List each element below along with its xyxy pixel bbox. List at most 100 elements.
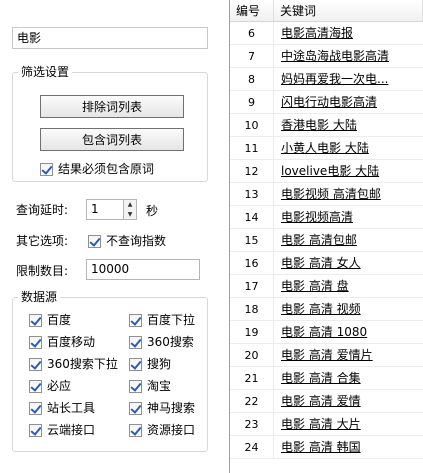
- table-row[interactable]: 17 电影 高清 盘: [230, 275, 423, 298]
- checkbox-checked-icon: [29, 401, 42, 415]
- row-keyword-link[interactable]: 中途岛海战电影高清: [274, 45, 423, 67]
- source-checkbox[interactable]: 百度下拉: [129, 309, 205, 331]
- column-header-num[interactable]: 编号: [230, 0, 274, 21]
- checkbox-checked-icon: [29, 357, 42, 371]
- other-options-label: 其它选项:: [16, 234, 69, 248]
- checkbox-checked-icon: [29, 313, 42, 327]
- keyword-input[interactable]: 电影: [12, 27, 208, 49]
- source-checkbox[interactable]: 搜狗: [129, 353, 205, 375]
- no-index-label: 不查询指数: [106, 234, 167, 248]
- source-checkbox[interactable]: 云端接口: [29, 419, 129, 441]
- source-checkbox[interactable]: 神马搜索: [129, 397, 205, 419]
- source-checkbox[interactable]: 站长工具: [29, 397, 129, 419]
- row-keyword-link[interactable]: 电影高清海报: [274, 22, 423, 44]
- table-body: 6 电影高清海报 7 中途岛海战电影高清 8 妈妈再爱我一次电... 9 闪电行动电影高…: [230, 22, 423, 459]
- row-keyword-link[interactable]: 电影 高清 爱情片: [274, 344, 423, 366]
- must-contain-label: 结果必须包含原词: [58, 162, 155, 176]
- limit-input[interactable]: 10000: [86, 259, 200, 280]
- row-keyword-link[interactable]: 电影 高清 盘: [274, 275, 423, 297]
- row-keyword-link[interactable]: 闪电行动电影高清: [274, 91, 423, 113]
- source-label: 淘宝: [147, 379, 172, 393]
- table-row[interactable]: 11 小黄人电影 大陆: [230, 137, 423, 160]
- row-keyword-link[interactable]: 电影 高清 女人: [274, 252, 423, 274]
- data-sources-title: 数据源: [18, 290, 61, 304]
- row-num: 21: [230, 367, 274, 389]
- source-checkbox[interactable]: 百度: [29, 309, 129, 331]
- checkbox-checked-icon: [129, 357, 142, 371]
- checkbox-checked-icon: [29, 423, 42, 437]
- include-list-button[interactable]: 包含词列表: [40, 128, 184, 151]
- row-keyword-link[interactable]: 电影 高清 合集: [274, 367, 423, 389]
- table-row[interactable]: 15 电影 高清包邮: [230, 229, 423, 252]
- row-keyword-link[interactable]: 电影视频高清: [274, 206, 423, 228]
- source-label: 360搜索: [147, 335, 194, 349]
- row-num: 11: [230, 137, 274, 159]
- row-num: 12: [230, 160, 274, 182]
- query-delay-input[interactable]: 1: [86, 199, 124, 220]
- limit-label: 限制数目:: [16, 264, 69, 278]
- row-keyword-link[interactable]: 电影 高清包邮: [274, 229, 423, 251]
- source-label: 站长工具: [47, 401, 96, 415]
- table-row[interactable]: 8 妈妈再爱我一次电...: [230, 68, 423, 91]
- source-label: 百度移动: [47, 335, 96, 349]
- row-keyword-link[interactable]: 电影 高清 1080: [274, 321, 423, 343]
- table-row[interactable]: 23 电影 高清 大片: [230, 413, 423, 436]
- row-num: 22: [230, 390, 274, 412]
- table-row[interactable]: 16 电影 高清 女人: [230, 252, 423, 275]
- column-header-keyword[interactable]: 关键词: [274, 0, 423, 21]
- exclude-list-button[interactable]: 排除词列表: [40, 95, 184, 118]
- table-row[interactable]: 6 电影高清海报: [230, 22, 423, 45]
- checkbox-checked-icon: [88, 234, 101, 248]
- row-num: 14: [230, 206, 274, 228]
- row-keyword-link[interactable]: 妈妈再爱我一次电...: [274, 68, 423, 90]
- checkbox-checked-icon: [129, 335, 142, 349]
- row-keyword-link[interactable]: 电影 高清 韩国: [274, 436, 423, 458]
- row-num: 20: [230, 344, 274, 366]
- table-row[interactable]: 9 闪电行动电影高清: [230, 91, 423, 114]
- checkbox-checked-icon: [129, 379, 142, 393]
- table-row[interactable]: 21 电影 高清 合集: [230, 367, 423, 390]
- query-delay-spinner[interactable]: ▲ ▼: [124, 199, 137, 220]
- row-keyword-link[interactable]: 电影视频 高清包邮: [274, 183, 423, 205]
- table-row[interactable]: 14 电影视频高清: [230, 206, 423, 229]
- row-num: 16: [230, 252, 274, 274]
- table-row[interactable]: 18 电影 高清 视频: [230, 298, 423, 321]
- row-num: 10: [230, 114, 274, 136]
- table-row[interactable]: 12 lovelive电影 大陆: [230, 160, 423, 183]
- source-label: 神马搜索: [147, 401, 196, 415]
- row-keyword-link[interactable]: 香港电影 大陆: [274, 114, 423, 136]
- spin-up-icon[interactable]: ▲: [124, 200, 136, 210]
- row-keyword-link[interactable]: 电影 高清 视频: [274, 298, 423, 320]
- must-contain-checkbox[interactable]: 结果必须包含原词: [40, 162, 154, 176]
- row-num: 15: [230, 229, 274, 251]
- table-row[interactable]: 10 香港电影 大陆: [230, 114, 423, 137]
- checkbox-checked-icon: [129, 423, 142, 437]
- no-index-checkbox[interactable]: 不查询指数: [88, 234, 166, 248]
- checkbox-checked-icon: [29, 335, 42, 349]
- spin-down-icon[interactable]: ▼: [124, 210, 136, 220]
- row-keyword-link[interactable]: lovelive电影 大陆: [274, 160, 423, 182]
- source-checkbox[interactable]: 必应: [29, 375, 129, 397]
- source-label: 云端接口: [47, 423, 96, 437]
- source-label: 360搜索下拉: [47, 357, 118, 371]
- filter-settings-title: 筛选设置: [18, 65, 73, 79]
- checkbox-checked-icon: [129, 313, 142, 327]
- table-row[interactable]: 24 电影 高清 韩国: [230, 436, 423, 459]
- source-checkbox[interactable]: 360搜索下拉: [29, 353, 129, 375]
- table-row[interactable]: 13 电影视频 高清包邮: [230, 183, 423, 206]
- row-keyword-link[interactable]: 小黄人电影 大陆: [274, 137, 423, 159]
- table-row[interactable]: 19 电影 高清 1080: [230, 321, 423, 344]
- checkbox-checked-icon: [129, 401, 142, 415]
- table-row[interactable]: 20 电影 高清 爱情片: [230, 344, 423, 367]
- source-checkbox[interactable]: 淘宝: [129, 375, 205, 397]
- row-num: 17: [230, 275, 274, 297]
- row-keyword-link[interactable]: 电影 高清 大片: [274, 413, 423, 435]
- source-checkbox[interactable]: 百度移动: [29, 331, 129, 353]
- source-checkbox[interactable]: 资源接口: [129, 419, 205, 441]
- row-keyword-link[interactable]: 电影 高清 爱情: [274, 390, 423, 412]
- table-row[interactable]: 7 中途岛海战电影高清: [230, 45, 423, 68]
- row-num: 8: [230, 68, 274, 90]
- query-delay-label: 查询延时:: [16, 203, 69, 217]
- source-checkbox[interactable]: 360搜索: [129, 331, 205, 353]
- table-row[interactable]: 22 电影 高清 爱情: [230, 390, 423, 413]
